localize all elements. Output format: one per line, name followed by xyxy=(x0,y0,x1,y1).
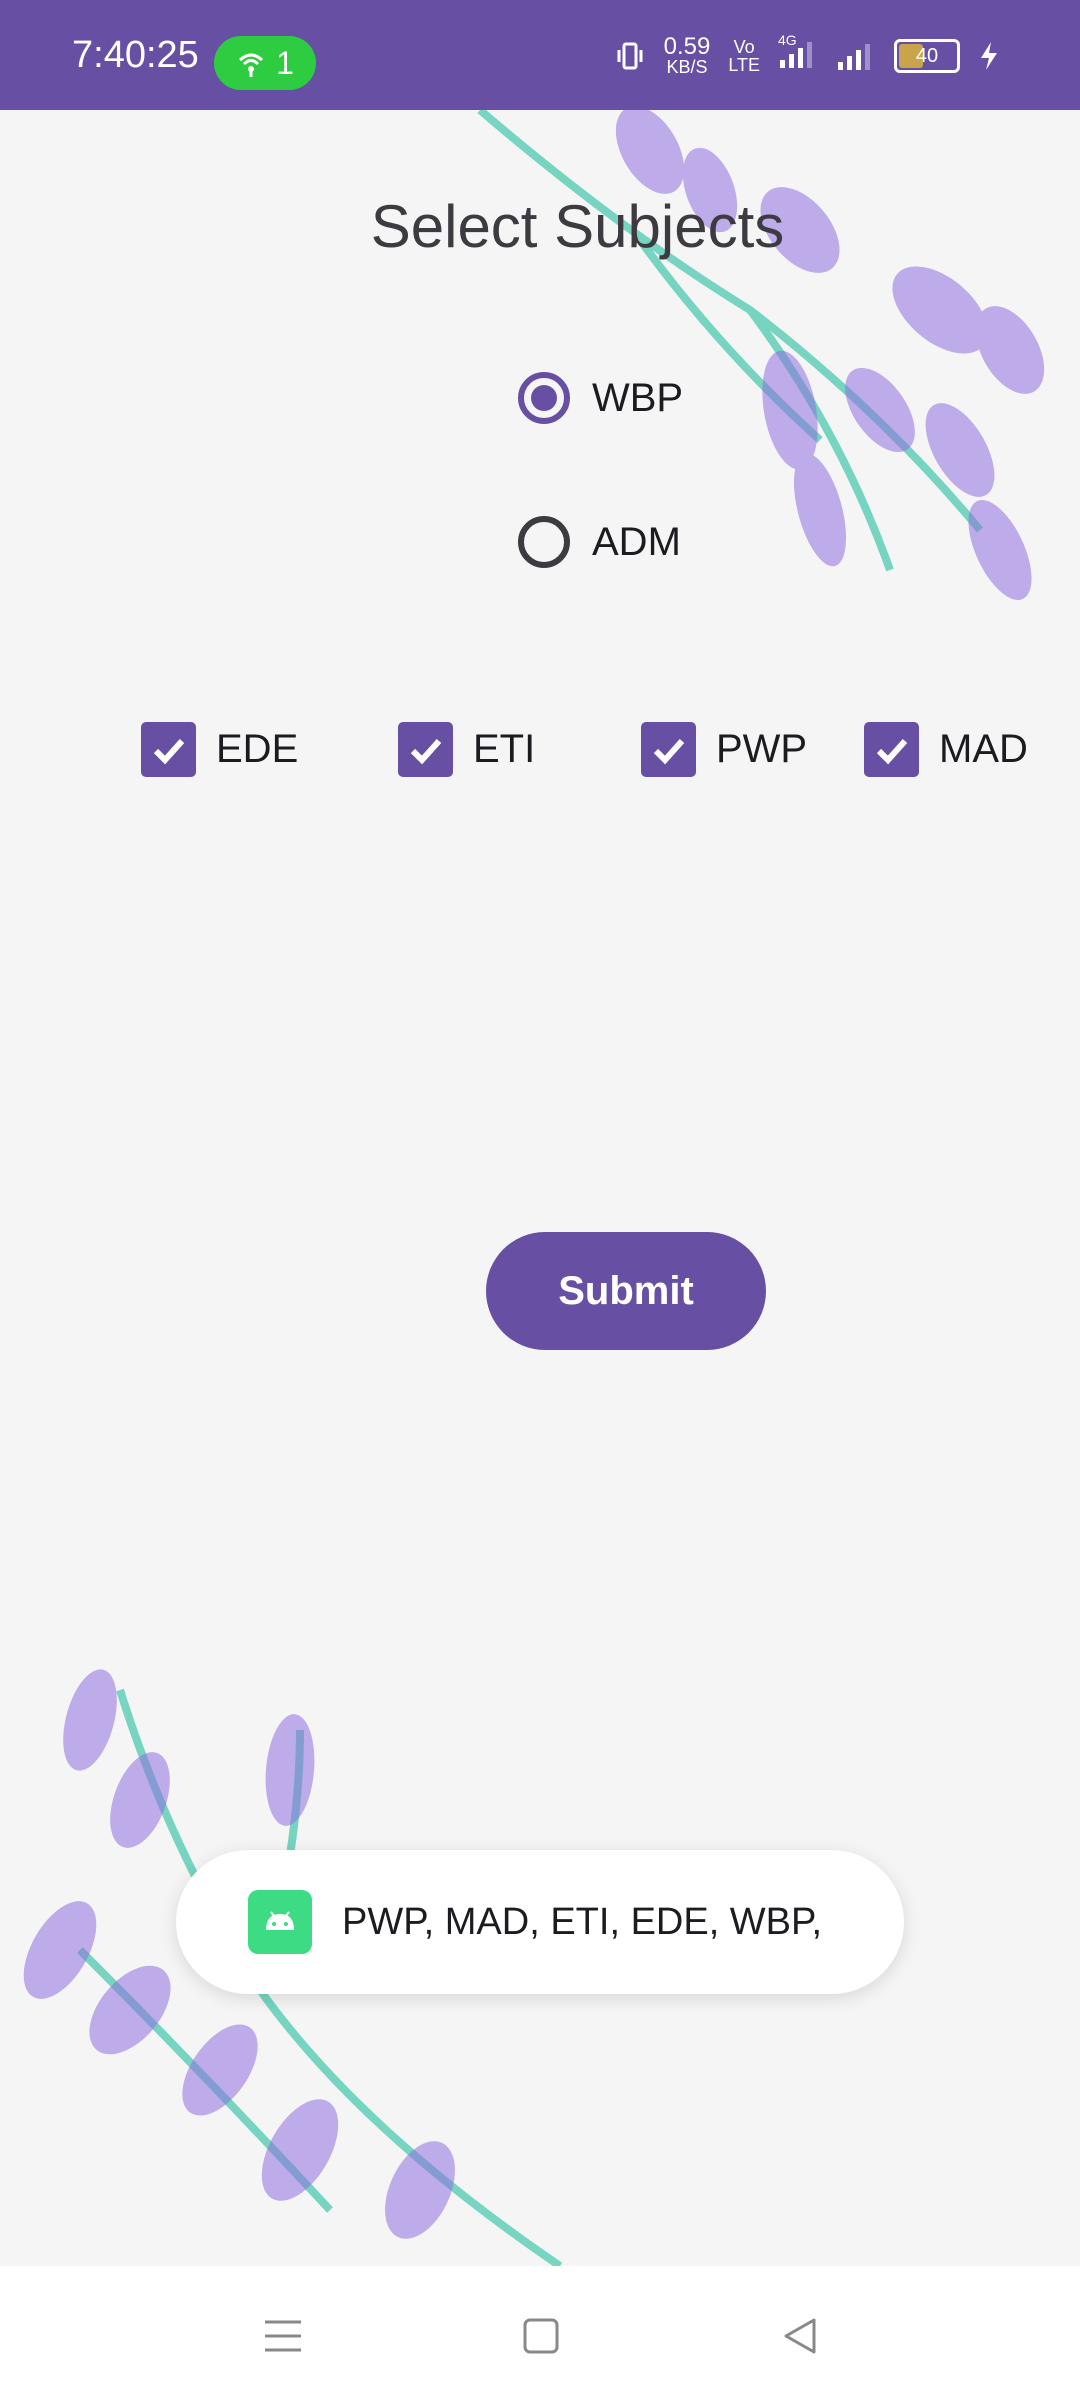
home-icon xyxy=(523,2318,559,2354)
checkmark-icon xyxy=(876,738,907,764)
back-icon xyxy=(784,2318,816,2354)
speed-unit: KB/S xyxy=(666,57,708,77)
hotspot-count: 1 xyxy=(276,44,294,81)
navigation-bar xyxy=(0,2266,1080,2400)
volte-bottom: LTE xyxy=(728,55,760,75)
back-button[interactable] xyxy=(770,2306,830,2366)
checkbox-box-ede[interactable] xyxy=(141,722,196,777)
battery-icon: 40 xyxy=(894,39,960,73)
vibrate-icon xyxy=(617,42,643,70)
speed-value: 0.59 xyxy=(663,33,711,60)
status-time: 7:40:25 xyxy=(72,34,199,76)
radio-selected-dot xyxy=(531,385,557,411)
checkbox-label-ede: EDE xyxy=(216,727,299,771)
home-button[interactable] xyxy=(511,2306,571,2366)
network-type: 4G xyxy=(778,31,797,48)
radio-button-adm[interactable] xyxy=(518,516,570,568)
network-speed: 0.59 KB/S xyxy=(663,33,711,77)
radio-button-wbp[interactable] xyxy=(518,372,570,424)
toast-message: PWP, MAD, ETI, EDE, WBP, xyxy=(176,1850,904,1994)
charging-icon xyxy=(981,42,997,70)
checkbox-box-pwp[interactable] xyxy=(641,722,696,777)
checkbox-eti[interactable]: ETI xyxy=(398,722,535,777)
menu-icon xyxy=(265,2320,301,2352)
checkbox-label-pwp: PWP xyxy=(716,727,808,771)
checkbox-mad[interactable]: MAD xyxy=(864,722,1028,777)
checkmark-icon xyxy=(653,738,684,764)
checkbox-box-mad[interactable] xyxy=(864,722,919,777)
radio-label-wbp: WBP xyxy=(592,375,684,420)
checkmark-icon xyxy=(153,738,184,764)
android-icon xyxy=(248,1890,312,1954)
checkbox-box-eti[interactable] xyxy=(398,722,453,777)
volte-top: Vo xyxy=(733,37,755,57)
hotspot-badge: 1 xyxy=(214,36,316,90)
checkbox-label-eti: ETI xyxy=(473,727,536,771)
status-bar: 7:40:25 1 0.59 KB/S Vo LTE 4G 40 xyxy=(0,0,1080,110)
menu-button[interactable] xyxy=(253,2306,313,2366)
signal-icon xyxy=(838,44,870,70)
radio-option-adm[interactable]: ADM xyxy=(518,516,681,568)
submit-button[interactable]: Submit xyxy=(486,1232,766,1350)
checkmark-icon xyxy=(410,738,441,764)
signal-4g: 4G xyxy=(778,32,818,75)
radio-label-adm: ADM xyxy=(592,519,681,564)
checkbox-ede[interactable]: EDE xyxy=(141,722,298,777)
checkbox-pwp[interactable]: PWP xyxy=(641,722,807,777)
page-title: Select Subjects xyxy=(370,193,785,260)
checkbox-label-mad: MAD xyxy=(939,727,1028,771)
battery-level: 40 xyxy=(915,44,939,67)
toast-text: PWP, MAD, ETI, EDE, WBP, xyxy=(342,1900,823,1943)
radio-option-wbp[interactable]: WBP xyxy=(518,372,683,424)
volte-indicator: Vo LTE xyxy=(728,38,760,74)
status-icons: 0.59 KB/S Vo LTE 4G 40 xyxy=(614,32,1000,77)
hotspot-icon xyxy=(239,53,264,77)
